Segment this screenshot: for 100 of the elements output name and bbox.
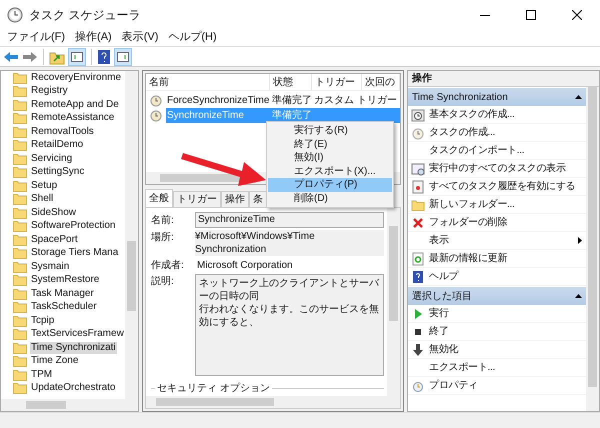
panel-toggle-button[interactable] (68, 48, 86, 66)
vertical-scrollbar[interactable] (586, 87, 599, 411)
folder-icon (13, 139, 27, 152)
column-header[interactable]: 状態 (270, 74, 312, 90)
forward-icon[interactable] (22, 50, 38, 64)
back-icon[interactable] (3, 50, 19, 64)
field-label: 名前: (151, 214, 175, 228)
tree-item[interactable]: TaskScheduler (30, 301, 98, 314)
action-link[interactable]: 実行中のすべてのタスクの表示 (429, 161, 582, 176)
action-link[interactable]: 新しいフォルダー... (429, 197, 582, 212)
action-link[interactable]: 表示 (429, 233, 574, 248)
action-link[interactable]: 実行 (429, 306, 582, 321)
column-header[interactable]: 次回の (362, 74, 400, 90)
tree-item[interactable]: Storage Tiers Mana (30, 247, 120, 260)
menu-item[interactable]: プロパティ(P) (268, 178, 392, 192)
tree-item[interactable]: SoftwareProtection (30, 220, 116, 232)
tab[interactable]: 操作 (221, 191, 249, 207)
actions-header: 操作 (408, 71, 599, 87)
action-link[interactable]: 無効化 (429, 342, 582, 357)
tab[interactable]: 条 (249, 191, 267, 207)
folder-icon (13, 234, 27, 246)
tree-item[interactable]: RemovalTools (30, 126, 95, 138)
vertical-scrollbar[interactable] (125, 71, 138, 399)
action-link[interactable]: 基本タスクの作成... (429, 107, 582, 122)
tree-item[interactable]: RetailDemo (30, 139, 84, 152)
menu-item[interactable]: ファイル(F) (3, 29, 70, 46)
tree-item[interactable]: RemoteAssistance (30, 112, 116, 124)
tab[interactable]: 全般 (145, 189, 173, 207)
help-icon[interactable] (97, 48, 111, 64)
tree-item[interactable]: UpdateOrchestrato (30, 382, 116, 394)
action-link[interactable]: タスクのインポート... (429, 143, 582, 158)
action-link[interactable]: タスクの作成... (429, 125, 582, 140)
column-header[interactable]: トリガー (312, 74, 362, 90)
location-value: ¥Microsoft¥Windows¥Time Synchronization (195, 230, 384, 256)
author-value: Microsoft Corporation (196, 258, 294, 272)
vertical-scrollbar[interactable] (387, 208, 400, 396)
maximize-icon[interactable] (526, 10, 536, 20)
clock-icon (7, 6, 23, 22)
collapse-icon (575, 95, 582, 99)
folder-icon (13, 72, 27, 84)
tree-item[interactable]: SystemRestore (30, 274, 100, 286)
action-link[interactable]: 最新の情報に更新 (429, 251, 582, 266)
folder-icon (13, 206, 27, 219)
tree-item[interactable]: Shell (30, 193, 54, 206)
name-field[interactable]: SynchronizeTime (195, 212, 384, 228)
tree-item[interactable]: SideShow (30, 206, 78, 219)
section-header[interactable]: 選択した項目 (408, 287, 586, 305)
description-field[interactable]: ネットワーク上のクライアントとサーバーの日時の同 行われなくなります。このサービスを無効にすると、 (195, 274, 384, 376)
tree-item[interactable]: RecoveryEnvironme (30, 72, 122, 84)
window-icon (411, 162, 425, 176)
section-header[interactable]: Time Synchronization (408, 88, 586, 106)
task-status: 準備完了 (271, 94, 312, 108)
menu-item[interactable]: エクスポート(X)... (268, 164, 392, 178)
tree-item[interactable]: Registry (30, 85, 69, 98)
task-row[interactable]: ForceSynchronizeTime 準備完了 カスタム トリガー (166, 93, 400, 108)
menu-item[interactable]: 終了(E) (268, 138, 392, 151)
folder-icon (13, 193, 27, 206)
close-icon[interactable] (572, 10, 582, 20)
action-link[interactable]: フォルダーの削除 (429, 215, 582, 230)
action-link[interactable]: プロパティ (429, 378, 582, 393)
action-link[interactable]: 終了 (429, 324, 582, 339)
tree-item[interactable]: RemoteApp and De (30, 98, 120, 111)
refresh-icon (411, 252, 425, 266)
menu-item[interactable]: 無効(I) (268, 151, 392, 164)
menu-item[interactable]: 実行する(R) (268, 124, 392, 138)
folder-icon (13, 180, 27, 192)
folder-icon (13, 247, 27, 260)
menu-item[interactable]: 操作(A) (71, 29, 116, 46)
tree-item[interactable]: TextServicesFramew (30, 328, 125, 340)
tree-item[interactable]: Servicing (30, 152, 74, 165)
action-link[interactable]: ヘルプ (429, 269, 582, 284)
clock-icon (150, 94, 162, 106)
tree-item[interactable]: Sysmain (30, 260, 70, 273)
folder-icon (13, 260, 27, 273)
tree-item[interactable]: SettingSync (30, 166, 86, 178)
menu-item[interactable]: ヘルプ(H) (164, 29, 221, 46)
close-icon (411, 216, 425, 230)
folder-icon (13, 314, 27, 327)
tree-item[interactable]: Setup (30, 180, 58, 192)
folder-icon (13, 368, 27, 381)
group-label: セキュリティ オプション (156, 382, 271, 396)
action-link[interactable]: すべてのタスク履歴を有効にする (429, 179, 582, 194)
folder-icon (13, 98, 27, 111)
panel-toggle-button[interactable] (114, 48, 132, 66)
field-label: 説明: (151, 274, 175, 289)
folder-icon (13, 342, 27, 354)
tree-item[interactable]: Tcpip (30, 314, 56, 327)
tree-item[interactable]: Time Zone (30, 355, 80, 368)
tree-item[interactable]: TPM (30, 368, 54, 381)
tree-item[interactable]: SpacePort (30, 234, 79, 246)
action-link[interactable]: エクスポート... (429, 360, 582, 375)
folder-icon (13, 220, 27, 232)
tree-item[interactable]: Task Manager (30, 288, 95, 300)
horizontal-scrollbar[interactable] (146, 396, 400, 408)
tree-item[interactable]: Time Synchronizati (30, 342, 117, 354)
column-header[interactable]: 名前 (146, 74, 270, 90)
menu-item[interactable]: 削除(D) (268, 192, 392, 205)
tab[interactable]: トリガー (173, 191, 221, 207)
horizontal-scrollbar[interactable] (1, 399, 138, 411)
menu-item[interactable]: 表示(V) (118, 29, 162, 46)
